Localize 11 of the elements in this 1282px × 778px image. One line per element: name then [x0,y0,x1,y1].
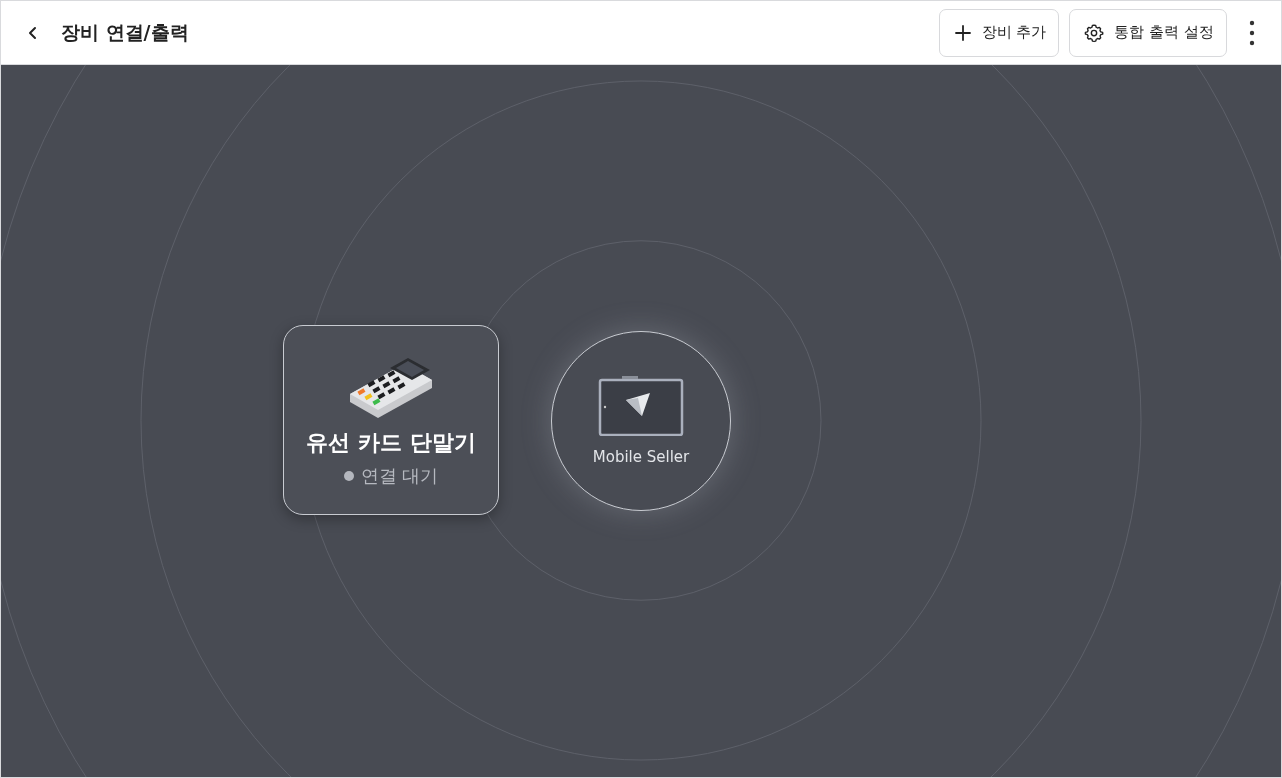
tablet-icon [598,376,684,436]
print-settings-button[interactable]: 통합 출력 설정 [1069,8,1227,57]
device-card[interactable]: 유선 카드 단말기 연결 대기 [283,325,499,515]
page-title: 장비 연결/출력 [61,19,189,45]
device-name: 유선 카드 단말기 [306,429,476,457]
hub-label: Mobile Seller [592,448,690,466]
plus-icon [953,23,972,42]
status-label: 연결 대기 [360,464,439,488]
settings-icon [1084,22,1105,43]
add-device-button[interactable]: 장비 추가 [938,8,1060,57]
more-icon [1249,19,1255,46]
